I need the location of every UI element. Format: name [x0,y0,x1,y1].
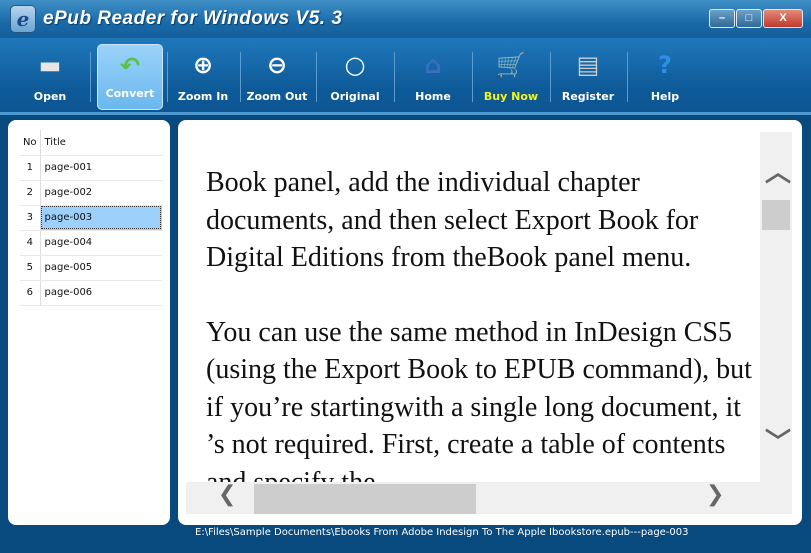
toolbar-button-home[interactable]: ⌂ Home [400,44,466,110]
horizontal-scrollbar[interactable]: ❮ ❯ [186,482,792,514]
row-title[interactable]: page-003 [40,205,162,231]
row-title[interactable]: page-005 [40,255,162,281]
toolbar-button-label: Open [33,90,67,103]
table-row[interactable]: 1 page-001 [20,155,162,181]
row-number: 3 [20,205,41,231]
row-number: 5 [20,255,41,281]
zoom-in-icon: ⊕ [192,51,214,79]
minimize-button[interactable]: – [709,9,735,28]
toolbar-button-zoom-in[interactable]: ⊕ Zoom In [170,44,236,110]
vertical-scrollbar[interactable]: ︿ ﹀ [760,132,792,482]
maximize-button[interactable]: □ [736,9,762,28]
toolbar-button-label: Help [650,90,680,103]
page-table: No Title 1 page-001 2 page-002 3 page-003 4 page… [20,130,162,306]
toolbar-button-open[interactable]: ▬ Open [17,44,83,110]
status-path: E:\Files\Sample Documents\Ebooks From Ad… [195,527,689,538]
toolbar-button-label: Buy Now [483,90,539,103]
row-title[interactable]: page-001 [40,155,162,181]
reader-panel: Book panel, add the individual chapter d… [178,120,802,525]
magnifier-icon: ○ [344,51,366,79]
paragraph: You can use the same method in InDesign … [206,316,752,483]
zoom-out-icon: ⊖ [266,51,288,79]
toolbar-button-label: Register [561,90,615,103]
title-bar: e ePub Reader for Windows V5. 3 – □ X [0,0,811,38]
toolbar-button-buy-now[interactable]: 🛒 Buy Now [478,44,544,110]
table-row[interactable]: 3 page-003 [20,205,162,231]
toolbar-button-convert[interactable]: ↶ Convert [97,44,163,110]
toolbar-button-label: Zoom Out [246,90,308,103]
horizontal-scroll-thumb[interactable] [254,484,476,514]
toolbar-button-zoom-out[interactable]: ⊖ Zoom Out [244,44,310,110]
row-title[interactable]: page-004 [40,230,162,256]
scroll-right-icon[interactable]: ❯ [706,482,724,507]
paragraph: Book panel, add the individual chapter d… [206,167,699,273]
toolbar-button-original[interactable]: ○ Original [322,44,388,110]
folder-icon: ▬ [38,51,62,79]
toolbar-button-label: Home [415,90,451,103]
card-reader-icon: ▤ [576,51,600,79]
convert-arrow-icon: ↶ [119,52,141,80]
toolbar: ▬ Open ↶ Convert ⊕ Zoom In ⊖ Zoom Out ○ Original ⌂… [0,38,811,115]
book-content: Book panel, add the individual chapter d… [206,164,766,482]
table-row[interactable]: 6 page-006 [20,280,162,306]
toolbar-button-label: Original [330,90,380,103]
column-header-no[interactable]: No [20,130,41,156]
close-button[interactable]: X [763,9,803,28]
cart-icon: 🛒 [496,51,526,79]
scroll-up-icon[interactable]: ︿ [765,152,791,189]
help-icon: ? [658,51,672,79]
toolbar-button-help[interactable]: ? Help [632,44,698,110]
scroll-left-icon[interactable]: ❮ [218,482,236,507]
scroll-down-icon[interactable]: ﹀ [765,422,791,459]
table-row[interactable]: 2 page-002 [20,180,162,206]
window-title: ePub Reader for Windows V5. 3 [43,8,343,29]
row-number: 6 [20,280,41,306]
row-number: 4 [20,230,41,256]
toolbar-button-register[interactable]: ▤ Register [555,44,621,110]
app-logo-icon: e [10,5,36,33]
row-number: 2 [20,180,41,206]
page-list-panel: No Title 1 page-001 2 page-002 3 page-003 4 page… [8,120,170,525]
table-row[interactable]: 4 page-004 [20,230,162,256]
row-title[interactable]: page-006 [40,280,162,306]
row-title[interactable]: page-002 [40,180,162,206]
vertical-scroll-thumb[interactable] [762,200,790,230]
row-number: 1 [20,155,41,181]
table-row[interactable]: 5 page-005 [20,255,162,281]
home-icon: ⌂ [424,51,442,79]
column-header-title[interactable]: Title [40,130,162,156]
